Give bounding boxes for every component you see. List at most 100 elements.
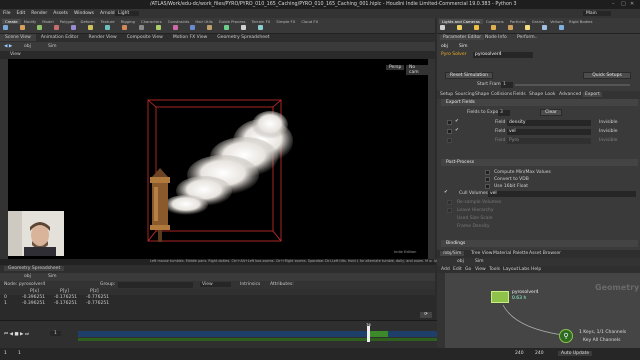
field-mode[interactable]: Invisible bbox=[599, 120, 618, 125]
shelf-tab[interactable]: Polygon bbox=[57, 19, 78, 24]
section-post-process[interactable]: Post-Process bbox=[441, 159, 638, 166]
row-checkbox[interactable] bbox=[447, 129, 452, 134]
point-light-icon[interactable] bbox=[457, 25, 462, 30]
shelf-tab[interactable]: Model bbox=[39, 19, 56, 24]
subtab-sourcing[interactable]: Sourcing bbox=[455, 92, 475, 97]
field-value[interactable]: Pyro bbox=[507, 138, 591, 144]
view-select[interactable]: View bbox=[200, 282, 231, 287]
path-node[interactable]: Sim bbox=[475, 259, 484, 264]
fields-to-export-field[interactable]: 3 bbox=[498, 110, 510, 116]
shelf-tab[interactable]: Characters bbox=[138, 19, 165, 24]
tab-tree-view[interactable]: Tree View bbox=[471, 251, 493, 256]
menu-add[interactable]: Add bbox=[441, 267, 450, 272]
menu-edit[interactable]: Edit bbox=[17, 11, 26, 16]
file-icon[interactable] bbox=[258, 25, 263, 30]
tube-icon[interactable] bbox=[37, 25, 42, 30]
maximize-icon[interactable]: □ bbox=[621, 1, 628, 7]
tab-render-view[interactable]: Render View bbox=[84, 34, 122, 41]
timeline-frame-bar[interactable] bbox=[78, 331, 478, 337]
box-icon[interactable] bbox=[3, 25, 8, 30]
row-checkbox[interactable] bbox=[447, 120, 452, 125]
font-icon[interactable] bbox=[190, 25, 195, 30]
path-obj[interactable]: obj bbox=[24, 44, 31, 49]
field-mode[interactable]: Invisible bbox=[599, 129, 618, 134]
tab-performance[interactable]: Perform.. bbox=[517, 35, 538, 40]
sky-light-icon[interactable] bbox=[559, 25, 564, 30]
clear-button[interactable]: Clear bbox=[540, 109, 562, 116]
current-frame-field[interactable]: 1 bbox=[50, 331, 61, 336]
section-export-fields[interactable]: Export Fields bbox=[441, 99, 638, 106]
menu-go[interactable]: Go bbox=[465, 267, 471, 272]
menu-tools[interactable]: Tools bbox=[489, 267, 500, 272]
start-frame-field[interactable]: 1 bbox=[501, 82, 513, 88]
col-header-pz[interactable]: P[z] bbox=[90, 289, 99, 294]
grid-icon[interactable] bbox=[71, 25, 76, 30]
shelf-tab[interactable]: Simple FX bbox=[273, 19, 298, 24]
start-frame-slider[interactable] bbox=[515, 84, 630, 86]
compute-minmax-checkbox[interactable] bbox=[485, 170, 490, 175]
group-field[interactable] bbox=[118, 282, 193, 288]
path-obj[interactable]: obj bbox=[24, 274, 31, 279]
path-icon[interactable] bbox=[156, 25, 161, 30]
auto-update-select[interactable]: Auto Update bbox=[558, 351, 593, 356]
intrinsics-toggle[interactable]: Intrinsics bbox=[240, 282, 260, 287]
metaball-icon[interactable] bbox=[241, 25, 246, 30]
network-canvas[interactable]: Geometry pyrosolver4 0.63 h ⚲ 1 Keys, 1/… bbox=[445, 273, 640, 348]
tab-geometry-spreadsheet[interactable]: Geometry Spreadsheet bbox=[212, 34, 274, 41]
row-checkbox[interactable] bbox=[447, 138, 452, 143]
shelf-tab[interactable]: Hair Utils bbox=[192, 19, 215, 24]
menu-help[interactable]: Help bbox=[531, 267, 541, 272]
shelf-tab[interactable]: Create bbox=[2, 19, 21, 24]
platonic-icon[interactable] bbox=[207, 25, 212, 30]
area-light-icon[interactable] bbox=[491, 25, 496, 30]
subtab-export[interactable]: Export bbox=[583, 92, 602, 97]
curve-icon[interactable] bbox=[139, 25, 144, 30]
shelf-tab[interactable]: Rigid Bodies bbox=[566, 19, 595, 24]
distant-light-icon[interactable] bbox=[525, 25, 530, 30]
playback-controls[interactable]: ⏮ ◀ ■ ▶ ⏭ bbox=[4, 331, 29, 337]
subtab-shape[interactable]: Shape bbox=[475, 92, 489, 97]
tab-material-palette[interactable]: Material Palette bbox=[493, 251, 528, 256]
col-header-px[interactable]: P[x] bbox=[30, 289, 39, 294]
menu-labs[interactable]: Labs bbox=[519, 267, 529, 272]
field-value[interactable]: vel bbox=[507, 129, 591, 135]
tab-composite-view[interactable]: Composite View bbox=[122, 34, 168, 41]
shelf-tab[interactable]: Grains bbox=[529, 19, 547, 24]
subtab-advanced[interactable]: Advanced bbox=[559, 92, 581, 97]
shelf-tab[interactable]: Lights and Cameras bbox=[439, 19, 483, 24]
menu-assets[interactable]: Assets bbox=[53, 11, 68, 16]
use-16bit-checkbox[interactable] bbox=[485, 184, 490, 189]
spot-light-icon[interactable] bbox=[474, 25, 479, 30]
menu-view[interactable]: View bbox=[475, 267, 486, 272]
camera-icon[interactable] bbox=[440, 25, 445, 30]
menu-edit[interactable]: Edit bbox=[453, 267, 462, 272]
convert-vdb-checkbox[interactable] bbox=[485, 177, 490, 182]
subtab-collisions[interactable]: Collisions bbox=[491, 92, 512, 97]
tab-geometry-spreadsheet-2[interactable]: Geometry Spreadsheet bbox=[4, 266, 65, 271]
menu-file[interactable]: File bbox=[3, 11, 11, 16]
menu-render[interactable]: Render bbox=[31, 11, 47, 16]
desktop-select[interactable]: Light bbox=[115, 11, 140, 16]
viewport-3d[interactable]: Persp No cam Indie Edition bbox=[8, 59, 428, 259]
subtab-look[interactable]: Look bbox=[545, 92, 556, 97]
col-header-py[interactable]: P[y] bbox=[60, 289, 69, 294]
cull-volumes-field[interactable]: vel bbox=[488, 191, 636, 197]
path-obj[interactable]: obj bbox=[441, 44, 448, 49]
resample-checkbox[interactable] bbox=[447, 200, 452, 205]
l-system-icon[interactable] bbox=[224, 25, 229, 30]
shelf-tab[interactable]: Collisions bbox=[483, 19, 507, 24]
close-icon[interactable]: ✕ bbox=[630, 1, 637, 7]
viewport-label[interactable]: View bbox=[10, 52, 21, 57]
hierarchy-checkbox[interactable] bbox=[447, 208, 452, 213]
key-all-channels[interactable]: Key All Channels bbox=[583, 338, 620, 343]
tab-node-info[interactable]: Node Info bbox=[485, 35, 507, 40]
path-node[interactable]: Sim bbox=[48, 274, 57, 279]
volume-light-icon[interactable] bbox=[508, 25, 513, 30]
reset-simulation-button[interactable]: Reset Simulation bbox=[445, 72, 493, 79]
node-name-field[interactable]: pyrosolver4 bbox=[473, 52, 533, 58]
table-row[interactable]: 1 -0.396251 -0.176251 -0.776251 bbox=[0, 301, 435, 307]
menu-windows[interactable]: Windows bbox=[74, 11, 94, 16]
spray-paint-icon[interactable] bbox=[173, 25, 178, 30]
shelf-tab[interactable]: Guide Process bbox=[216, 19, 249, 24]
circle-icon[interactable] bbox=[122, 25, 127, 30]
